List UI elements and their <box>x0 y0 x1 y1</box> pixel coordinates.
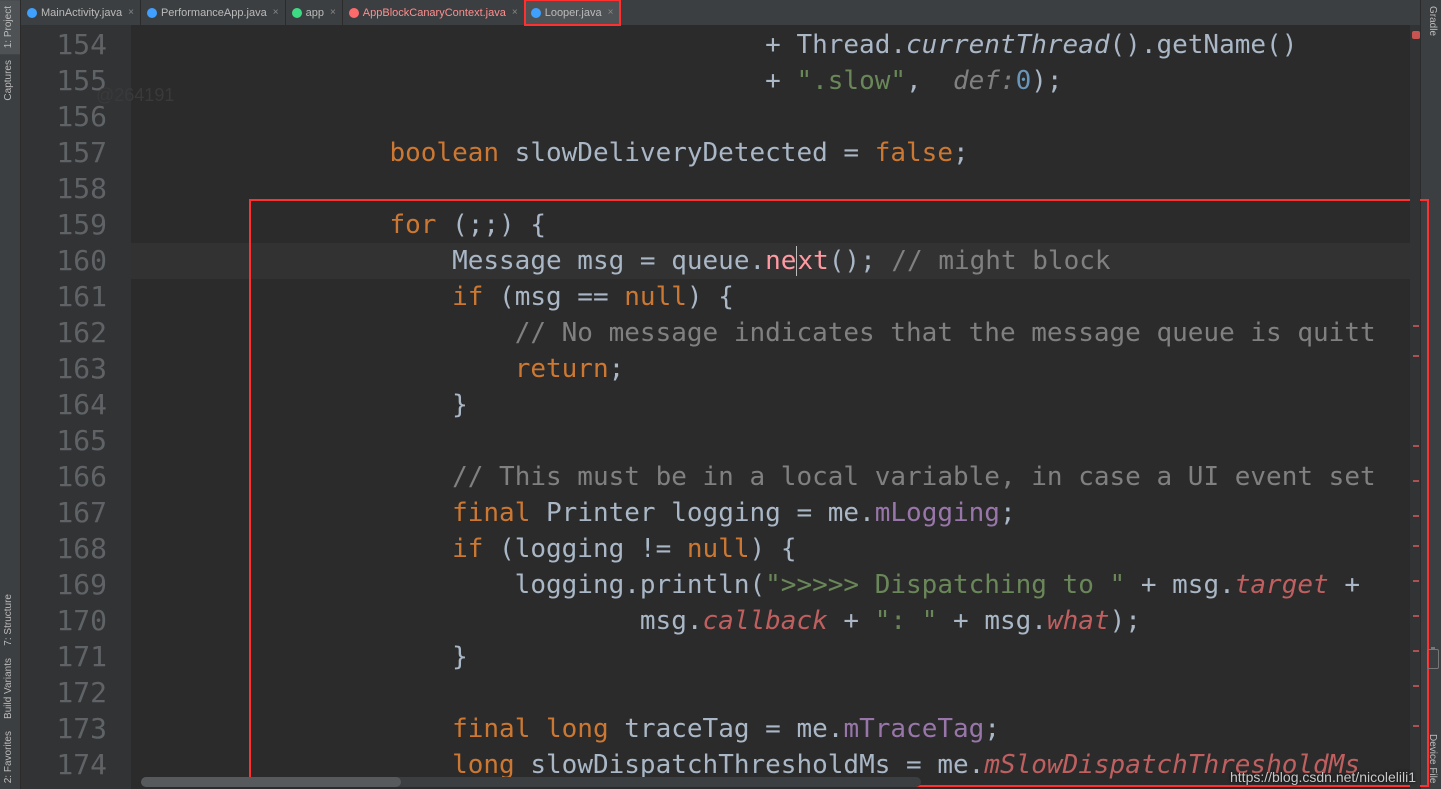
editor-column: MainActivity.java × PerformanceApp.java … <box>21 0 1420 789</box>
marker[interactable] <box>1413 515 1419 517</box>
code-line[interactable]: } <box>131 639 1420 675</box>
device-status-icon <box>1427 649 1439 669</box>
marker[interactable] <box>1413 650 1419 652</box>
toolwin-build-variants[interactable]: Build Variants <box>0 652 20 725</box>
right-tool-strip: Gradle Device File <box>1420 0 1441 789</box>
app-root: 1: Project Captures 7: Structure Build V… <box>0 0 1441 789</box>
code-line[interactable]: + ".slow", def:0); <box>131 63 1420 99</box>
left-tool-strip: 1: Project Captures 7: Structure Build V… <box>0 0 21 789</box>
tab-label: Looper.java <box>545 7 602 19</box>
tab-appblockcanarycontext[interactable]: AppBlockCanaryContext.java × <box>343 0 525 25</box>
code-line[interactable] <box>131 423 1420 459</box>
line-number-gutter: 1541551561571581591601611621631641651661… <box>21 25 131 789</box>
code-line[interactable]: // This must be in a local variable, in … <box>131 459 1420 495</box>
tab-looper[interactable]: Looper.java × <box>525 0 621 25</box>
tab-label: app <box>306 7 324 19</box>
source-watermark: https://blog.csdn.net/nicolelili1 <box>1230 769 1416 785</box>
toolwin-project[interactable]: 1: Project <box>0 0 20 54</box>
code-line[interactable]: boolean slowDeliveryDetected = false; <box>131 135 1420 171</box>
tab-mainactivity[interactable]: MainActivity.java × <box>21 0 141 25</box>
code-line[interactable]: for (;;) { <box>131 207 1420 243</box>
error-stripe[interactable] <box>1410 25 1420 789</box>
editor-tabs: MainActivity.java × PerformanceApp.java … <box>21 0 1420 25</box>
close-icon[interactable]: × <box>126 7 134 18</box>
code-line[interactable]: // No message indicates that the message… <box>131 315 1420 351</box>
horizontal-scrollbar[interactable] <box>141 777 921 787</box>
marker[interactable] <box>1413 355 1419 357</box>
marker[interactable] <box>1413 685 1419 687</box>
java-class-icon <box>531 8 541 18</box>
marker[interactable] <box>1413 615 1419 617</box>
code-area[interactable]: + Thread.currentThread().getName() + ".s… <box>131 25 1420 789</box>
toolwin-device-file[interactable]: Device File <box>1421 728 1441 789</box>
error-indicator-icon[interactable] <box>1412 31 1420 39</box>
marker[interactable] <box>1413 725 1419 727</box>
code-line[interactable]: final Printer logging = me.mLogging; <box>131 495 1420 531</box>
code-line[interactable]: return; <box>131 351 1420 387</box>
code-line[interactable] <box>131 99 1420 135</box>
tab-app-module[interactable]: app × <box>286 0 343 25</box>
code-line[interactable]: msg.callback + ": " + msg.what); <box>131 603 1420 639</box>
toolwin-captures[interactable]: Captures <box>0 54 20 107</box>
code-line[interactable]: } <box>131 387 1420 423</box>
code-line[interactable]: Message msg = queue.next(); // might blo… <box>131 243 1420 279</box>
marker[interactable] <box>1413 545 1419 547</box>
code-line[interactable]: final long traceTag = me.mTraceTag; <box>131 711 1420 747</box>
code-line[interactable]: logging.println(">>>>> Dispatching to " … <box>131 567 1420 603</box>
close-icon[interactable]: × <box>328 7 336 18</box>
java-class-icon <box>27 8 37 18</box>
toolwin-gradle[interactable]: Gradle <box>1421 0 1441 42</box>
toolwin-structure[interactable]: 7: Structure <box>0 588 20 652</box>
close-icon[interactable]: × <box>606 7 614 18</box>
code-line[interactable] <box>131 171 1420 207</box>
java-class-icon <box>349 8 359 18</box>
code-line[interactable]: + Thread.currentThread().getName() <box>131 27 1420 63</box>
toolwin-favorites[interactable]: 2: Favorites <box>0 725 20 789</box>
module-icon <box>292 8 302 18</box>
marker[interactable] <box>1413 480 1419 482</box>
tab-label: PerformanceApp.java <box>161 7 267 19</box>
tab-performanceapp[interactable]: PerformanceApp.java × <box>141 0 286 25</box>
tab-label: AppBlockCanaryContext.java <box>363 7 506 19</box>
code-line[interactable] <box>131 675 1420 711</box>
java-class-icon <box>147 8 157 18</box>
marker[interactable] <box>1413 445 1419 447</box>
code-line[interactable]: if (logging != null) { <box>131 531 1420 567</box>
marker[interactable] <box>1413 325 1419 327</box>
scrollbar-thumb[interactable] <box>141 777 401 787</box>
close-icon[interactable]: × <box>271 7 279 18</box>
marker[interactable] <box>1413 580 1419 582</box>
code-line[interactable]: if (msg == null) { <box>131 279 1420 315</box>
close-icon[interactable]: × <box>510 7 518 18</box>
code-editor[interactable]: @264191 15415515615715815916016116216316… <box>21 25 1420 789</box>
tab-label: MainActivity.java <box>41 7 122 19</box>
